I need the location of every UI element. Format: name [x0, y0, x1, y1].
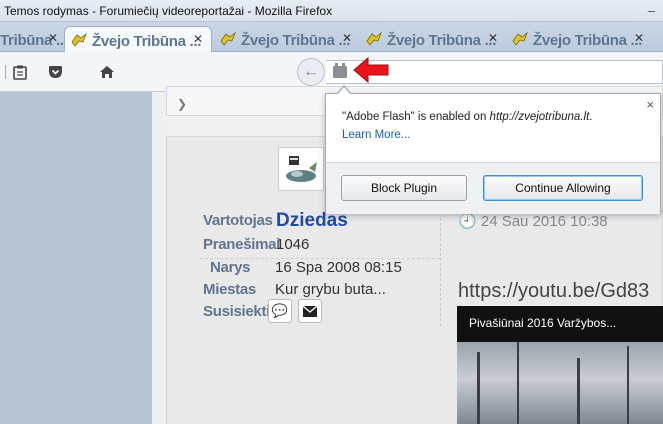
- page-sidebar-background: [0, 92, 152, 424]
- speech-bubble-icon: 💬: [271, 303, 289, 318]
- page-gutter: [152, 92, 164, 424]
- plugin-notification-popup: × "Adobe Flash" is enabled on http://zve…: [325, 85, 661, 214]
- popup-footer: Block Plugin Continue Allowing: [326, 162, 660, 214]
- tab-2[interactable]: Žvejo Tribūna ... ✕: [64, 26, 212, 52]
- tab-4[interactable]: Žvejo Tribūna ... ✕: [360, 26, 506, 52]
- pocket-icon[interactable]: [48, 65, 63, 79]
- back-button[interactable]: ←: [297, 58, 325, 86]
- minimize-button[interactable]: –: [648, 3, 655, 18]
- close-tab-icon[interactable]: ✕: [193, 32, 203, 46]
- label-member: Narys: [210, 259, 251, 276]
- video-thumbnail: [457, 342, 663, 424]
- close-tab-icon[interactable]: ✕: [634, 31, 644, 45]
- home-icon[interactable]: [99, 65, 115, 79]
- label-contact: Susisiekti: [203, 303, 271, 320]
- window-title: Temos rodymas - Forumiečių videoreportaž…: [4, 4, 333, 18]
- message-button[interactable]: 💬: [268, 299, 292, 323]
- tab-label: Žvejo Tribūna ...: [241, 32, 351, 49]
- city-value: Kur grybu buta...: [275, 281, 386, 298]
- column-divider: [440, 218, 441, 326]
- close-tab-icon[interactable]: ✕: [48, 31, 58, 45]
- post-date: 🕘 24 Sau 2016 10:38: [458, 212, 608, 230]
- tab-label: Žvejo Tribūna ...: [387, 32, 497, 49]
- tab-label: Žvejo Tribūna ...: [92, 33, 202, 50]
- envelope-icon: [302, 305, 318, 317]
- fish-favicon-icon: [71, 32, 87, 47]
- member-since: 16 Spa 2008 08:15: [275, 259, 402, 276]
- label-city: Miestas: [203, 281, 256, 298]
- toolbar-separator: [5, 65, 6, 79]
- tab-bar: Tribūna ... ✕ Žvejo Tribūna ... ✕ Žvejo …: [0, 22, 663, 52]
- avatar-image: [286, 156, 317, 182]
- plugin-message: "Adobe Flash" is enabled on http://zvejo…: [342, 111, 592, 123]
- close-tab-icon[interactable]: ✕: [488, 31, 498, 45]
- tab-5[interactable]: Žvejo Tribūna ... ✕: [506, 26, 663, 52]
- clock-icon: 🕘: [458, 213, 477, 230]
- clipboard-icon[interactable]: [13, 65, 27, 80]
- label-posts: Pranešimai: [203, 236, 281, 253]
- fish-favicon-icon: [512, 31, 528, 46]
- message-prefix: "Adobe Flash" is enabled on: [342, 111, 490, 123]
- fish-favicon-icon: [220, 31, 236, 46]
- message-suffix: .: [589, 111, 593, 123]
- tab-1[interactable]: Tribūna ... ✕: [0, 26, 64, 52]
- chevron-down-icon: ❯: [177, 97, 188, 111]
- video-title: Pivašiūnai 2016 Varžybos...: [469, 316, 617, 330]
- window-titlebar: Temos rodymas - Forumiečių videoreportaž…: [0, 0, 663, 22]
- video-embed[interactable]: Pivašiūnai 2016 Varžybos...: [457, 306, 663, 424]
- red-arrow-annotation: [353, 56, 389, 84]
- post-date-text: 24 Sau 2016 10:38: [480, 213, 608, 230]
- video-url-link[interactable]: https://youtu.be/Gd83: [458, 280, 649, 303]
- message-site: http://zvejotribuna.lt: [489, 111, 590, 123]
- plugin-icon[interactable]: [333, 63, 347, 78]
- posts-count: 1046: [276, 236, 310, 253]
- close-icon[interactable]: ×: [646, 97, 654, 112]
- email-button[interactable]: [298, 299, 322, 323]
- learn-more-link[interactable]: Learn More...: [342, 129, 410, 141]
- tab-label: Žvejo Tribūna ...: [533, 32, 643, 49]
- tab-3[interactable]: Žvejo Tribūna ... ✕: [214, 26, 360, 52]
- close-tab-icon[interactable]: ✕: [342, 31, 352, 45]
- continue-allowing-button[interactable]: Continue Allowing: [483, 175, 643, 201]
- fish-favicon-icon: [366, 31, 382, 46]
- block-plugin-button[interactable]: Block Plugin: [341, 175, 467, 201]
- avatar: [278, 147, 324, 191]
- label-user: Vartotojas: [203, 212, 273, 229]
